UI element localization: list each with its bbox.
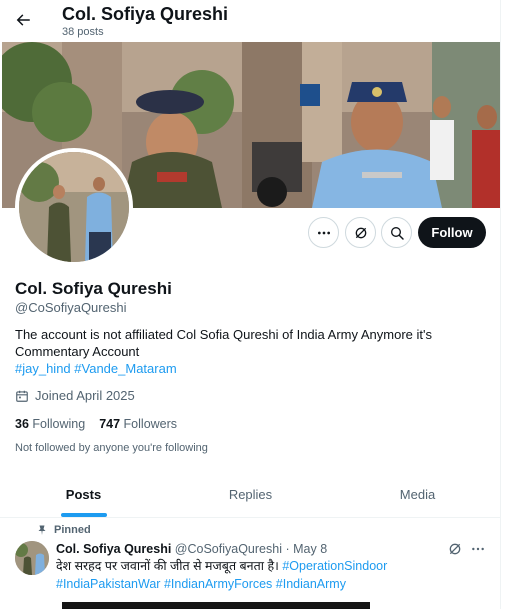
- following-count: 36: [15, 417, 29, 431]
- search-button[interactable]: [381, 217, 412, 248]
- active-tab-indicator: [60, 513, 107, 517]
- joined-text: Joined April 2025: [35, 388, 135, 403]
- post-media-preview[interactable]: [62, 602, 370, 609]
- pinned-label: Pinned: [54, 524, 91, 536]
- post-more-button[interactable]: [470, 541, 488, 559]
- grok-button[interactable]: [345, 217, 376, 248]
- profile-bio-hashtags: #jay_hind #Vande_Mataram: [15, 360, 177, 377]
- grok-icon: [449, 543, 461, 555]
- tab-label: Media: [399, 487, 436, 502]
- profile-page: Col. Sofiya Qureshi 38 posts Follow Col.…: [0, 0, 501, 609]
- calendar-icon: [16, 390, 28, 402]
- tab-posts[interactable]: Posts: [0, 472, 167, 517]
- followers-count: 747: [99, 417, 121, 431]
- post-grok-button[interactable]: [447, 541, 465, 559]
- tab-replies[interactable]: Replies: [167, 472, 334, 517]
- top-bar: Col. Sofiya Qureshi 38 posts: [0, 0, 500, 42]
- hashtag-link[interactable]: #IndianArmy: [276, 577, 346, 591]
- post-date[interactable]: May 8: [293, 542, 327, 556]
- follow-stats: 36 Following 747 Followers: [15, 416, 177, 432]
- followers-label: Followers: [123, 417, 178, 431]
- avatar-photo: [15, 541, 49, 575]
- profile-tabs: Posts Replies Media: [0, 472, 500, 518]
- post-text-line: देश सरहद पर जवानों की जीत से मजबूत बनता …: [56, 558, 387, 575]
- hashtag-link[interactable]: #OperationSindoor: [282, 559, 387, 573]
- search-icon: [390, 226, 404, 240]
- hashtag-link[interactable]: #IndiaPakistanWar: [56, 577, 160, 591]
- hashtag-link[interactable]: #jay_hind: [15, 361, 71, 376]
- following-link[interactable]: 36 Following: [15, 416, 85, 432]
- pinned-indicator: Pinned: [36, 523, 91, 537]
- following-label: Following: [32, 417, 86, 431]
- pin-icon: [38, 525, 46, 535]
- joined-date: Joined April 2025: [15, 388, 135, 404]
- post-author-handle[interactable]: @CoSofiyaQureshi: [175, 542, 282, 556]
- header-title: Col. Sofiya Qureshi: [62, 4, 229, 24]
- not-followed-notice: Not followed by anyone you're following: [15, 442, 208, 454]
- follow-button[interactable]: Follow: [418, 217, 486, 248]
- page-gutter: [501, 0, 518, 609]
- more-options-button[interactable]: [308, 217, 339, 248]
- avatar-photo: [19, 152, 129, 262]
- profile-bio: The account is not affiliated Col Sofia …: [15, 327, 433, 359]
- tab-media[interactable]: Media: [334, 472, 500, 517]
- post-author-name[interactable]: Col. Sofiya Qureshi: [56, 542, 171, 556]
- tab-label: Posts: [65, 487, 102, 502]
- profile-handle: @CoSofiyaQureshi: [15, 300, 127, 315]
- back-button[interactable]: [8, 5, 38, 35]
- post-header: Col. Sofiya Qureshi @CoSofiyaQureshi · M…: [56, 541, 327, 557]
- grok-icon: [355, 227, 366, 238]
- more-dots-icon: [472, 547, 484, 551]
- profile-name: Col. Sofiya Qureshi: [15, 279, 172, 298]
- tab-label: Replies: [228, 487, 273, 502]
- post-text: देश सरहद पर जवानों की जीत से मजबूत बनता …: [56, 559, 279, 573]
- post-author-avatar[interactable]: [15, 541, 49, 575]
- hashtag-link[interactable]: #IndianArmyForces: [164, 577, 272, 591]
- more-dots-icon: [317, 231, 330, 234]
- hashtag-link[interactable]: #Vande_Mataram: [74, 361, 176, 376]
- arrow-left-icon: [16, 14, 30, 26]
- post-hashtags-line: #IndiaPakistanWar #IndianArmyForces #Ind…: [56, 576, 346, 593]
- profile-avatar[interactable]: [15, 148, 133, 266]
- header-post-count: 38 posts: [62, 26, 104, 38]
- followers-link[interactable]: 747 Followers: [99, 416, 177, 432]
- post-separator: ·: [285, 542, 290, 556]
